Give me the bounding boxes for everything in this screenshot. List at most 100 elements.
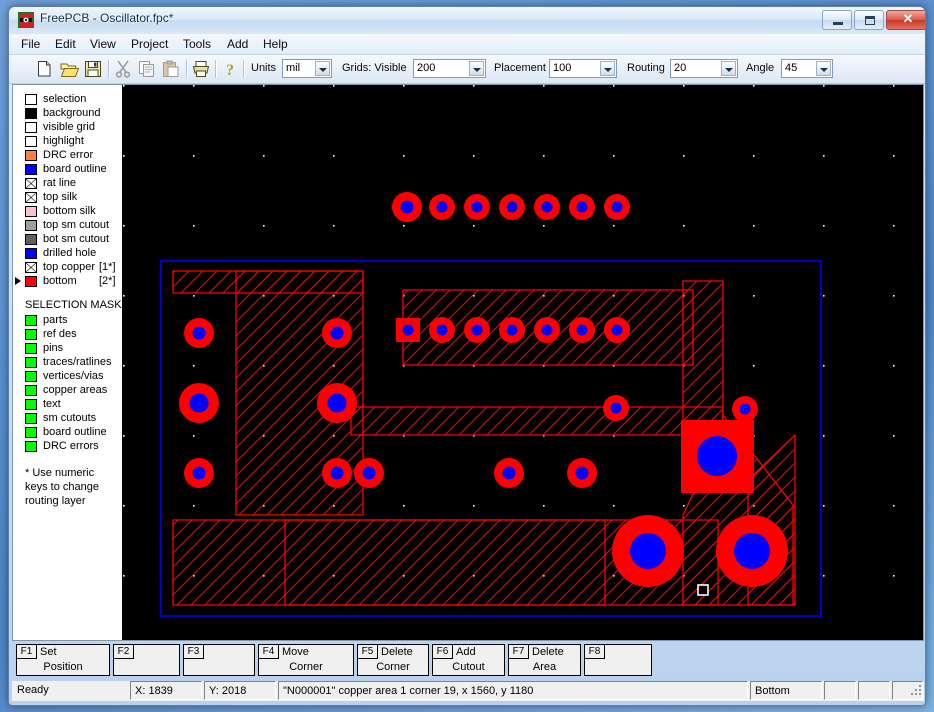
layer-row-top-sm-cutout[interactable]: top sm cutout [13, 219, 122, 233]
mask-row-text[interactable]: text [13, 398, 122, 412]
resize-grip-icon[interactable] [909, 683, 923, 697]
placement-grid-label: Placement [494, 62, 546, 74]
menu-add[interactable]: Add [221, 36, 254, 52]
mask-color-swatch[interactable] [25, 371, 37, 382]
layer-label: highlight [43, 135, 84, 147]
layer-row-board-outline[interactable]: board outline [13, 163, 122, 177]
mask-row-traces-ratlines[interactable]: traces/ratlines [13, 356, 122, 370]
layer-color-swatch[interactable] [25, 262, 37, 273]
mask-color-swatch[interactable] [25, 315, 37, 326]
visible-grid-combo[interactable]: 200 [413, 59, 486, 78]
layer-color-swatch[interactable] [25, 136, 37, 147]
mask-color-swatch[interactable] [25, 385, 37, 396]
maximize-button[interactable] [854, 10, 884, 30]
pcb-canvas[interactable] [123, 85, 923, 640]
fkey-line1: Delete [532, 646, 564, 658]
chevron-down-icon[interactable] [721, 61, 736, 76]
fkey-f6[interactable]: F6 Add Cutout [432, 644, 505, 676]
mask-color-swatch[interactable] [25, 357, 37, 368]
angle-combo[interactable]: 45 [781, 59, 833, 78]
save-disk-icon[interactable] [83, 59, 103, 79]
mask-row-board-outline[interactable]: board outline [13, 426, 122, 440]
placement-grid-value: 100 [553, 62, 572, 74]
minimize-button[interactable] [822, 10, 852, 30]
print-icon[interactable] [191, 59, 211, 79]
layer-row-bottom-silk[interactable]: bottom silk [13, 205, 122, 219]
fkey-tag: F6 [433, 645, 453, 659]
mask-color-swatch[interactable] [25, 427, 37, 438]
mask-row-sm-cutouts[interactable]: sm cutouts [13, 412, 122, 426]
layer-color-swatch[interactable] [25, 150, 37, 161]
placement-grid-combo[interactable]: 100 [549, 59, 617, 78]
fkey-line1: Add [456, 646, 476, 658]
menu-view[interactable]: View [84, 36, 122, 52]
layer-row-visible-grid[interactable]: visible grid [13, 121, 122, 135]
menu-file[interactable]: File [15, 36, 46, 52]
mask-row-drc-errors[interactable]: DRC errors [13, 440, 122, 454]
mask-color-swatch[interactable] [25, 413, 37, 424]
menu-help[interactable]: Help [257, 36, 294, 52]
routing-grid-combo[interactable]: 20 [670, 59, 738, 78]
fkey-line2: Position [43, 661, 83, 673]
menu-tools[interactable]: Tools [177, 36, 217, 52]
close-button[interactable]: ✕ [886, 10, 925, 30]
layer-row-bottom[interactable]: bottom [2*] [13, 275, 122, 289]
layer-row-drilled-hole[interactable]: drilled hole [13, 247, 122, 261]
layer-color-swatch[interactable] [25, 94, 37, 105]
mask-color-swatch[interactable] [25, 343, 37, 354]
layer-number: [2*] [99, 275, 116, 287]
layer-color-swatch[interactable] [25, 234, 37, 245]
menu-edit[interactable]: Edit [49, 36, 82, 52]
layer-row-background[interactable]: background [13, 107, 122, 121]
layer-color-swatch[interactable] [25, 164, 37, 175]
mask-color-swatch[interactable] [25, 329, 37, 340]
chevron-down-icon[interactable] [315, 61, 330, 76]
close-icon: ✕ [902, 11, 914, 26]
fkey-f4[interactable]: F4 Move Corner [258, 644, 354, 676]
routing-note-line: routing layer [25, 495, 86, 507]
open-folder-icon[interactable] [59, 59, 79, 79]
mask-row-copper-areas[interactable]: copper areas [13, 384, 122, 398]
fkey-f5[interactable]: F5 Delete Corner [357, 644, 429, 676]
mask-label: copper areas [43, 384, 108, 396]
layer-color-swatch[interactable] [25, 276, 37, 287]
layer-row-highlight[interactable]: highlight [13, 135, 122, 149]
help-question-icon[interactable]: ? [220, 59, 240, 79]
units-combo[interactable]: mil [282, 59, 332, 78]
pcb-drawing[interactable] [123, 85, 923, 640]
menu-project[interactable]: Project [125, 36, 174, 52]
layer-color-swatch[interactable] [25, 220, 37, 231]
fkey-f3[interactable]: F3 [183, 644, 255, 676]
new-file-icon[interactable] [34, 59, 54, 79]
mask-row-vertices-vias[interactable]: vertices/vias [13, 370, 122, 384]
fkey-f7[interactable]: F7 Delete Area [508, 644, 581, 676]
layer-color-swatch[interactable] [25, 122, 37, 133]
layer-row-top-silk[interactable]: top silk [13, 191, 122, 205]
mask-row-pins[interactable]: pins [13, 342, 122, 356]
fkey-f8[interactable]: F8 [584, 644, 652, 676]
layer-row-top-copper[interactable]: top copper [1*] [13, 261, 122, 275]
layer-color-swatch[interactable] [25, 192, 37, 203]
status-active-layer: Bottom [750, 681, 822, 700]
layer-row-rat-line[interactable]: rat line [13, 177, 122, 191]
mask-row-parts[interactable]: parts [13, 314, 122, 328]
mask-color-swatch[interactable] [25, 399, 37, 410]
mask-color-swatch[interactable] [25, 441, 37, 452]
mask-label: ref des [43, 328, 77, 340]
layer-color-swatch[interactable] [25, 206, 37, 217]
chevron-down-icon[interactable] [469, 61, 484, 76]
layer-label: bot sm cutout [43, 233, 110, 245]
mask-label: vertices/vias [43, 370, 104, 382]
fkey-f1[interactable]: F1 Set Position [16, 644, 110, 676]
chevron-down-icon[interactable] [600, 61, 615, 76]
mask-label: text [43, 398, 61, 410]
layer-row-bot-sm-cutout[interactable]: bot sm cutout [13, 233, 122, 247]
mask-row-ref-des[interactable]: ref des [13, 328, 122, 342]
layer-color-swatch[interactable] [25, 178, 37, 189]
chevron-down-icon[interactable] [816, 61, 831, 76]
layer-row-drc-error[interactable]: DRC error [13, 149, 122, 163]
layer-color-swatch[interactable] [25, 108, 37, 119]
layer-row-selection[interactable]: selection [13, 93, 122, 107]
fkey-f2[interactable]: F2 [113, 644, 180, 676]
layer-color-swatch[interactable] [25, 248, 37, 259]
